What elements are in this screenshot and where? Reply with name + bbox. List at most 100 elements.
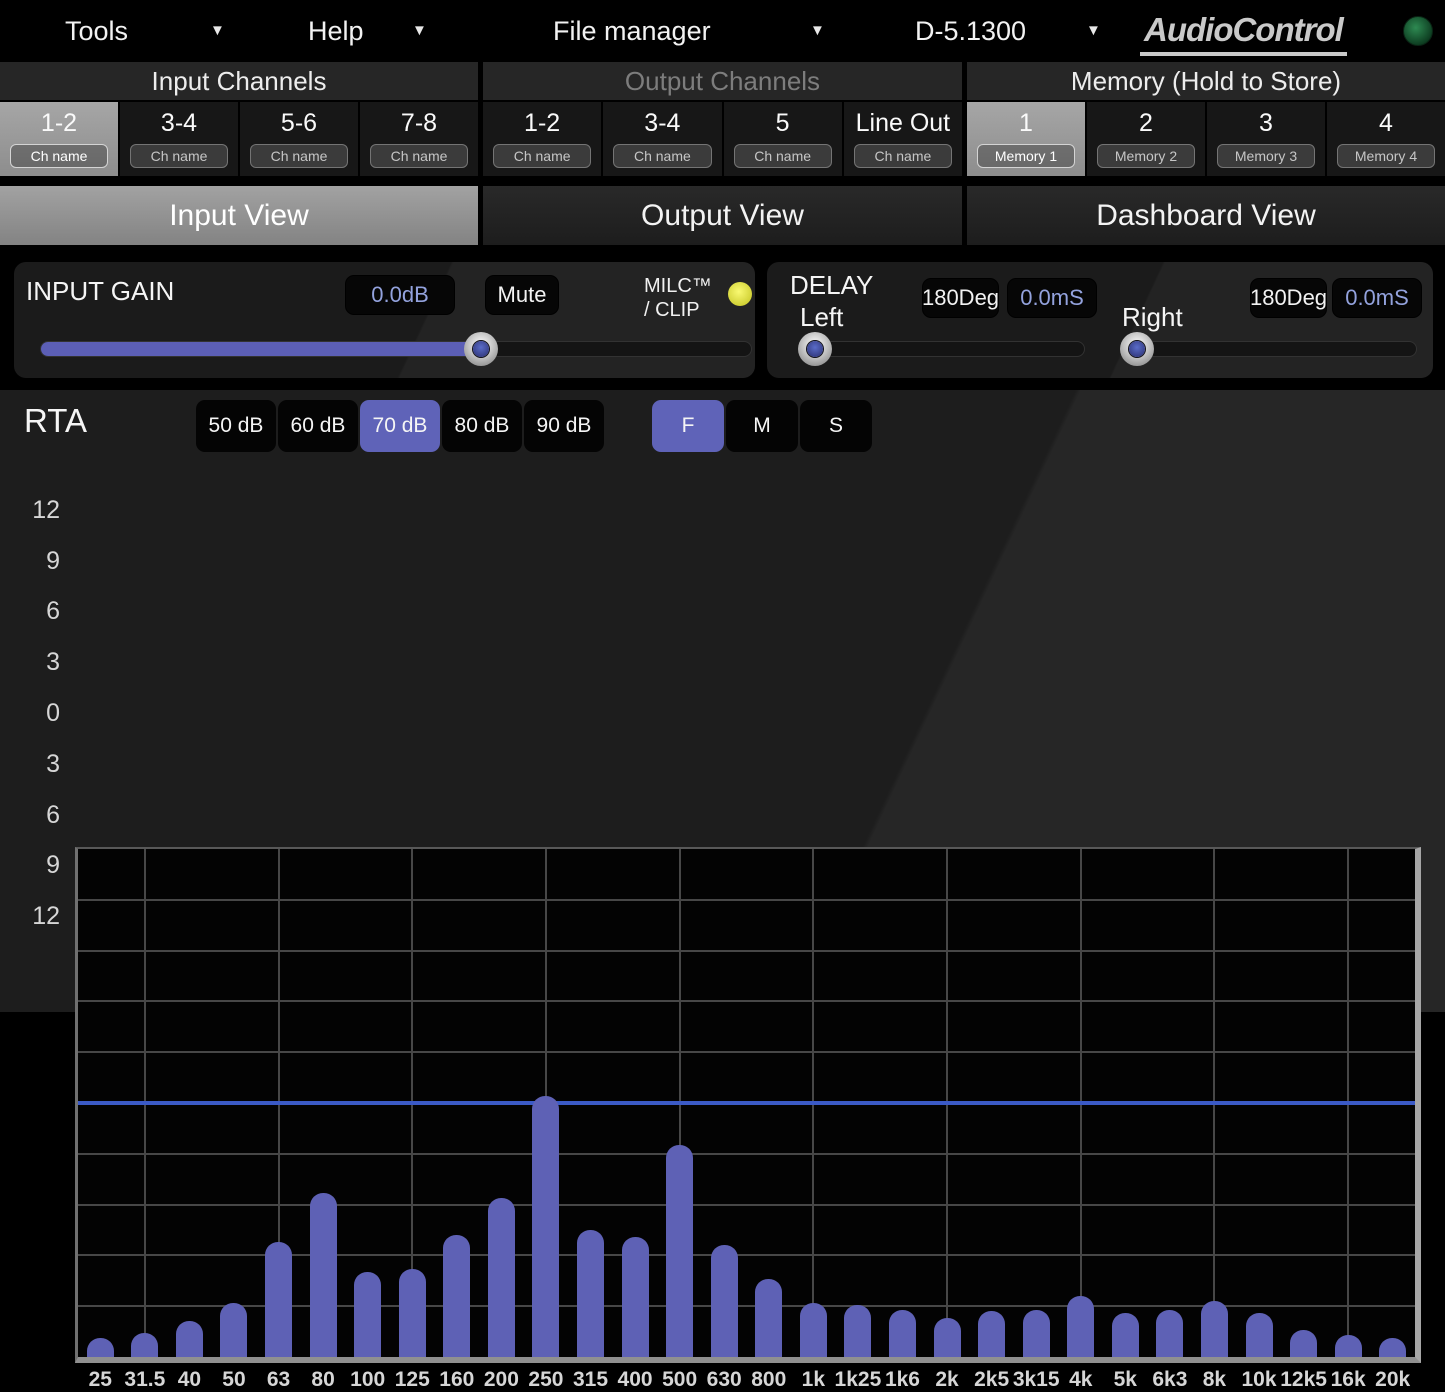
rta-bar-50 [220, 1303, 247, 1357]
output-tab-5[interactable]: 5Ch name [724, 102, 842, 176]
rta-bar-4k [1067, 1296, 1094, 1357]
channel-name-button[interactable]: Ch name [734, 144, 832, 168]
gain-value-button[interactable]: 0.0dB [345, 275, 455, 315]
x-axis-tick-label: 4k [1069, 1368, 1092, 1392]
delay-right-time-button[interactable]: 0.0mS [1332, 278, 1422, 318]
input-tab-3-4[interactable]: 3-4Ch name [120, 102, 238, 176]
memory-slot-button[interactable]: Memory 4 [1337, 144, 1435, 168]
y-axis-tick-label: 9 [18, 547, 60, 576]
menu-device-selector[interactable]: D-5.1300 [915, 0, 1026, 62]
rta-range-button-70-db[interactable]: 70 dB [360, 400, 440, 452]
input-tab-7-8[interactable]: 7-8Ch name [360, 102, 478, 176]
chevron-down-icon[interactable]: ▼ [810, 22, 825, 39]
slider-fill [41, 342, 481, 356]
x-axis-tick-label: 500 [662, 1368, 697, 1392]
memory-tab-1[interactable]: 1Memory 1 [967, 102, 1085, 176]
x-axis-tick-label: 1k25 [835, 1368, 882, 1392]
delay-left-time-button[interactable]: 0.0mS [1007, 278, 1097, 318]
channel-name-button[interactable]: Ch name [493, 144, 591, 168]
input-gain-panel: INPUT GAIN 0.0dB Mute MILC™ / CLIP [14, 262, 755, 378]
x-axis-tick-label: 10k [1241, 1368, 1276, 1392]
channel-name-button[interactable]: Ch name [10, 144, 108, 168]
menu-device-label: D-5.1300 [915, 16, 1026, 47]
tab-output-view[interactable]: Output View [483, 186, 962, 245]
input-tab-label: 1-2 [41, 102, 77, 144]
input-channels-section: Input Channels 1-2Ch name3-4Ch name5-6Ch… [0, 62, 478, 178]
memory-section: Memory (Hold to Store) 1Memory 12Memory … [967, 62, 1445, 178]
rta-bar-10k [1246, 1313, 1273, 1357]
x-axis-tick-label: 2k5 [974, 1368, 1009, 1392]
channel-name-button[interactable]: Ch name [250, 144, 348, 168]
chevron-down-icon[interactable]: ▼ [412, 22, 427, 39]
output-channels-header: Output Channels [483, 62, 962, 100]
tab-output-view-label: Output View [641, 199, 804, 233]
menu-file-manager[interactable]: File manager [553, 0, 711, 62]
x-axis-tick-label: 125 [395, 1368, 430, 1392]
input-gain-slider[interactable] [40, 341, 752, 357]
delay-right-phase-button[interactable]: 180Deg [1250, 278, 1327, 318]
input-tab-1-2[interactable]: 1-2Ch name [0, 102, 118, 176]
power-status-led-icon [1403, 16, 1433, 46]
audiocontrol-logo: AudioControl [1140, 11, 1347, 56]
memory-header: Memory (Hold to Store) [967, 62, 1445, 100]
memory-tab-label: 2 [1139, 102, 1153, 144]
audiocontrol-app: { "menu": { "items": [ {"label": "Tools"… [0, 0, 1445, 1020]
rta-bar-1k25 [844, 1305, 871, 1357]
x-axis-tick-label: 3k15 [1013, 1368, 1060, 1392]
delay-title: DELAY [790, 270, 873, 301]
delay-right-slider-handle[interactable] [1120, 332, 1154, 366]
y-axis-tick-label: 6 [18, 801, 60, 830]
tab-dashboard-view[interactable]: Dashboard View [967, 186, 1445, 245]
memory-tab-2[interactable]: 2Memory 2 [1087, 102, 1205, 176]
channel-name-button[interactable]: Ch name [370, 144, 468, 168]
x-axis-tick-label: 16k [1331, 1368, 1366, 1392]
delay-right-slider[interactable] [1120, 341, 1417, 357]
delay-left-slider-handle[interactable] [798, 332, 832, 366]
rta-chart [75, 847, 1421, 1363]
channel-name-button[interactable]: Ch name [854, 144, 952, 168]
rta-range-button-80-db[interactable]: 80 dB [442, 400, 522, 452]
rta-bar-400 [622, 1237, 649, 1357]
rta-range-button-60-db[interactable]: 60 dB [278, 400, 358, 452]
chevron-down-icon[interactable]: ▼ [210, 22, 225, 39]
rta-response-button-f[interactable]: F [652, 400, 724, 452]
memory-tab-4[interactable]: 4Memory 4 [1327, 102, 1445, 176]
memory-slot-button[interactable]: Memory 2 [1097, 144, 1195, 168]
channel-name-button[interactable]: Ch name [613, 144, 711, 168]
output-tab-label: Line Out [856, 102, 951, 144]
x-axis-tick-label: 200 [484, 1368, 519, 1392]
memory-slot-button[interactable]: Memory 3 [1217, 144, 1315, 168]
input-gain-slider-handle[interactable] [464, 332, 498, 366]
input-tab-5-6[interactable]: 5-6Ch name [240, 102, 358, 176]
rta-range-button-50-db[interactable]: 50 dB [196, 400, 276, 452]
menu-tools-label: Tools [65, 16, 128, 47]
memory-slot-button[interactable]: Memory 1 [977, 144, 1075, 168]
delay-right-label: Right [1122, 302, 1183, 333]
rta-bar-5k [1112, 1313, 1139, 1357]
rta-range-button-90-db[interactable]: 90 dB [524, 400, 604, 452]
tab-input-view[interactable]: Input View [0, 186, 478, 245]
rta-bar-630 [711, 1245, 738, 1357]
memory-tab-label: 1 [1019, 102, 1033, 144]
y-axis-tick-label: 3 [18, 750, 60, 779]
output-tab-3-4[interactable]: 3-4Ch name [603, 102, 721, 176]
rta-bar-2k5 [978, 1311, 1005, 1357]
output-tab-1-2[interactable]: 1-2Ch name [483, 102, 601, 176]
rta-bar-16k [1335, 1335, 1362, 1357]
rta-response-button-m[interactable]: M [726, 400, 798, 452]
channel-name-button[interactable]: Ch name [130, 144, 228, 168]
output-channel-tabs: 1-2Ch name3-4Ch name5Ch nameLine OutCh n… [483, 102, 962, 176]
rta-response-button-s[interactable]: S [800, 400, 872, 452]
menu-tools[interactable]: Tools [65, 0, 128, 62]
rta-bar-100 [354, 1272, 381, 1357]
memory-tab-3[interactable]: 3Memory 3 [1207, 102, 1325, 176]
x-axis-tick-label: 50 [222, 1368, 245, 1392]
delay-left-phase-button[interactable]: 180Deg [922, 278, 999, 318]
delay-left-slider[interactable] [798, 341, 1085, 357]
output-tab-line-out[interactable]: Line OutCh name [844, 102, 962, 176]
input-tab-label: 5-6 [281, 102, 317, 144]
mute-button[interactable]: Mute [485, 275, 559, 315]
chevron-down-icon[interactable]: ▼ [1086, 22, 1101, 39]
menu-help[interactable]: Help [308, 0, 364, 62]
x-axis-tick-label: 63 [267, 1368, 290, 1392]
